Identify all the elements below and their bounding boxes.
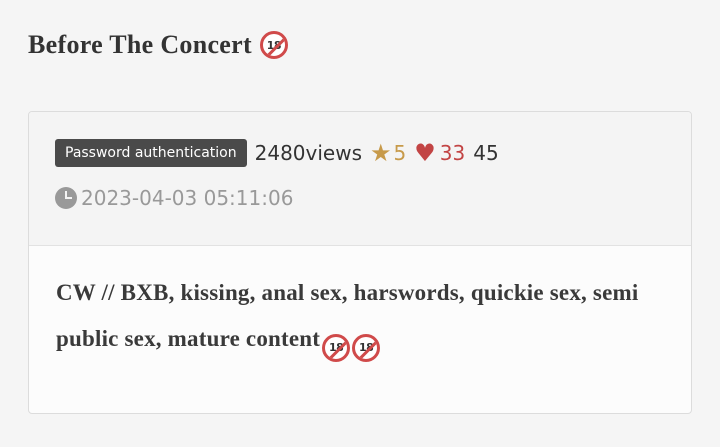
star-icon: ★ xyxy=(370,139,392,167)
views-count: 2480views xyxy=(254,141,362,165)
no-under-18-icon: 18 xyxy=(322,334,351,362)
post-card[interactable]: Password authentication 2480views ★ 5 ♥ … xyxy=(28,111,692,414)
no-under-18-icon: 18 xyxy=(352,334,381,362)
page-title: Before The Concert xyxy=(28,30,252,59)
star-count: 5 xyxy=(393,141,407,165)
clock-icon xyxy=(55,187,77,209)
no-under-18-icon: 18 xyxy=(259,31,288,59)
heart-stat[interactable]: ♥ 33 xyxy=(414,139,465,167)
auth-badge[interactable]: Password authentication xyxy=(55,139,247,167)
comment-count: 45 xyxy=(473,141,499,165)
timestamp-row: 2023-04-03 05:11:06 xyxy=(55,186,293,210)
post-content: CW // BXB, kissing, anal sex, harswords,… xyxy=(56,270,676,362)
post-header: Password authentication 2480views ★ 5 ♥ … xyxy=(29,112,691,246)
title-row: Before The Concert 18 xyxy=(28,30,288,60)
heart-icon: ♥ xyxy=(414,139,436,167)
meta-row: Password authentication 2480views ★ 5 ♥ … xyxy=(55,139,507,167)
timestamp: 2023-04-03 05:11:06 xyxy=(81,186,294,210)
heart-count: 33 xyxy=(439,141,466,165)
star-stat[interactable]: ★ 5 xyxy=(370,139,406,167)
